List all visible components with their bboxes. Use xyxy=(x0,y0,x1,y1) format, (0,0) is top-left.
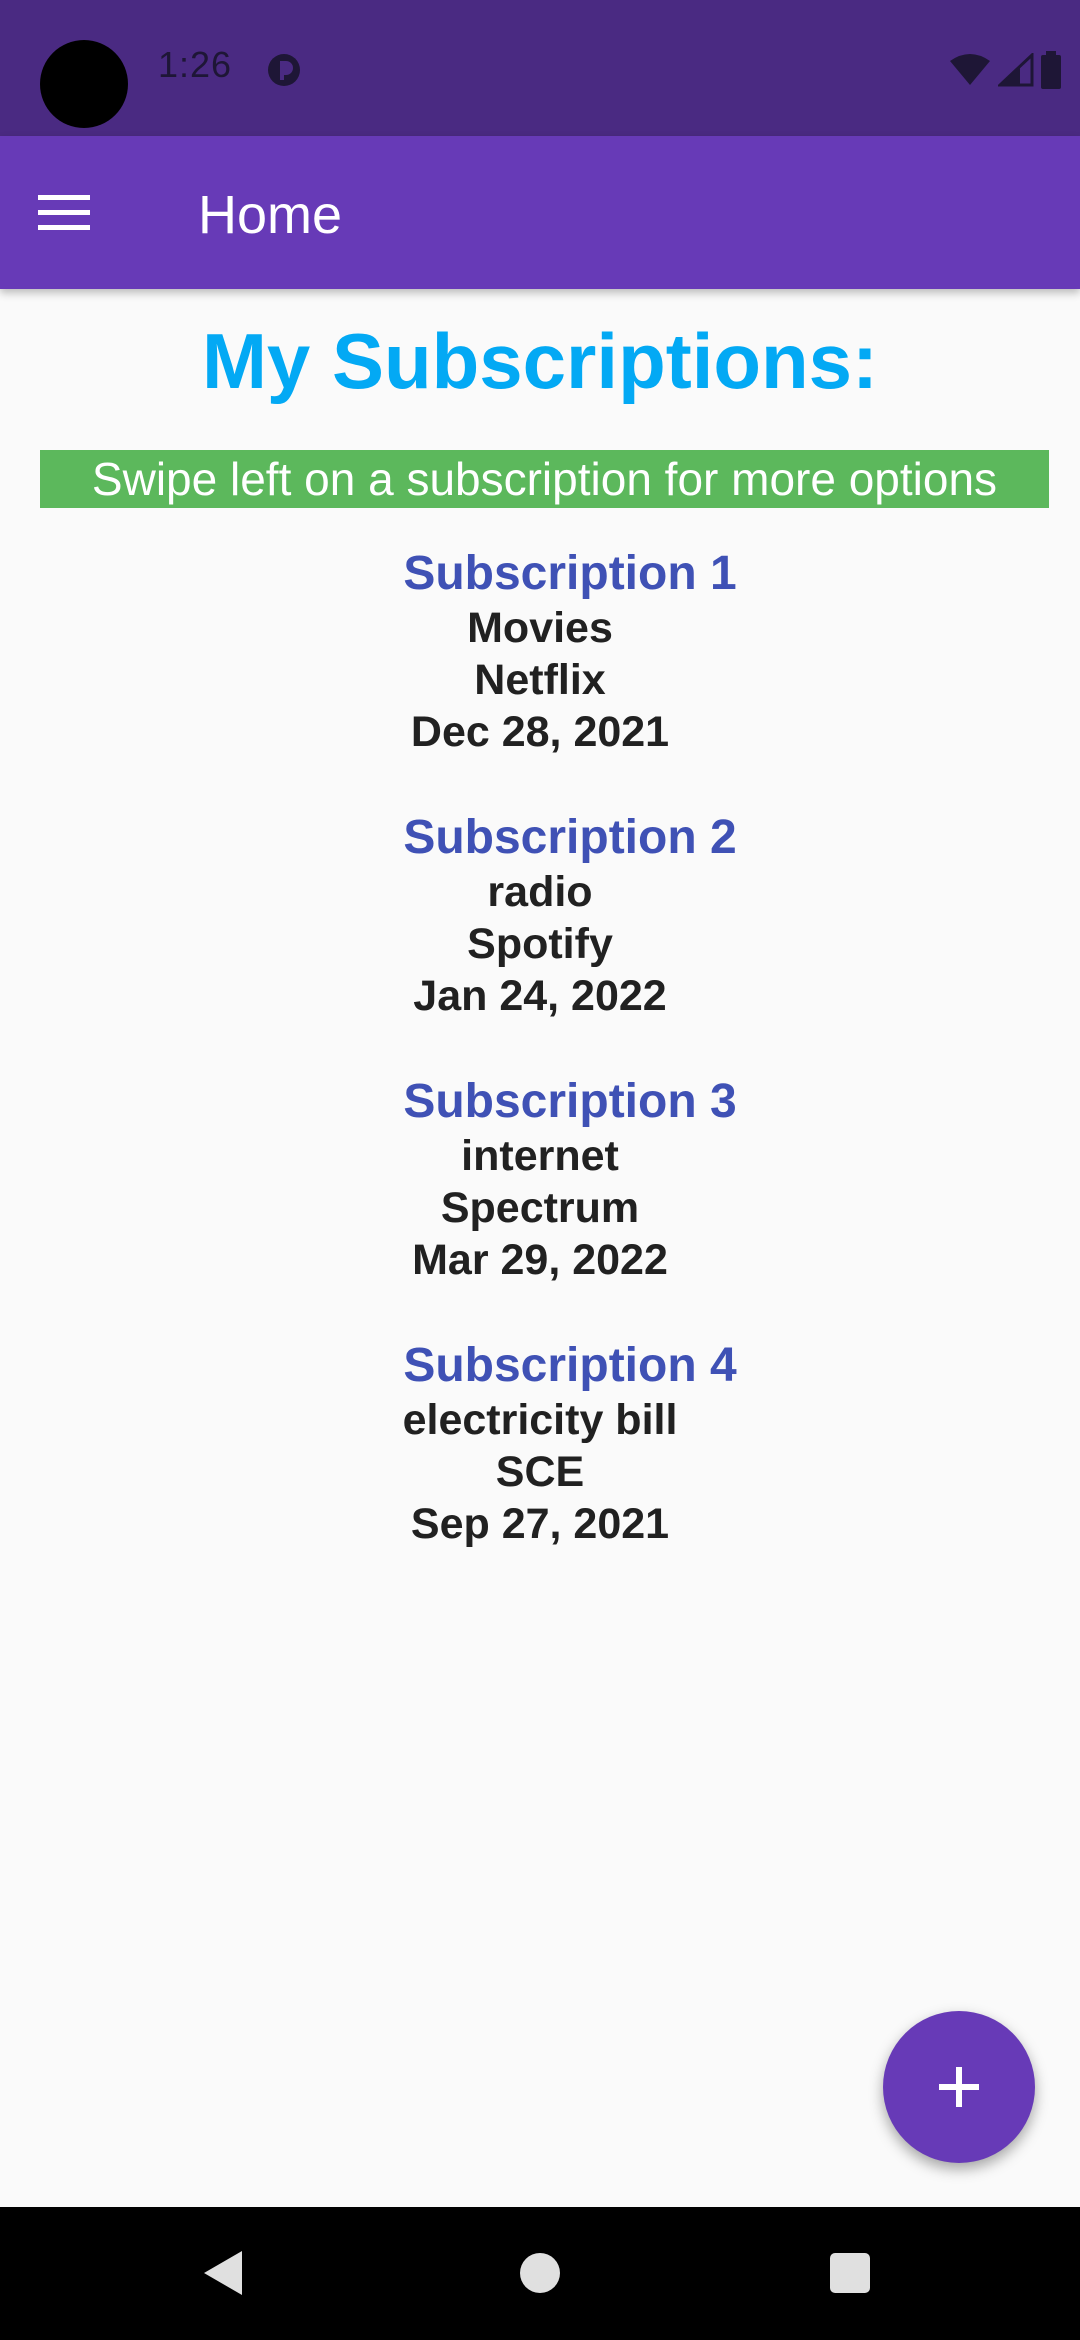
swipe-hint-banner: Swipe left on a subscription for more op… xyxy=(40,450,1049,508)
subscription-list: Subscription 1 Movies Netflix Dec 28, 20… xyxy=(0,546,1080,1602)
status-icons xyxy=(948,50,1062,90)
camera-cutout xyxy=(40,40,128,128)
subscription-date: Dec 28, 2021 xyxy=(410,708,670,756)
subscription-item[interactable]: Subscription 2 radio Spotify Jan 24, 202… xyxy=(0,810,1080,1074)
subscription-category: electricity bill xyxy=(402,1396,678,1444)
subscriptions-heading: My Subscriptions: xyxy=(201,317,879,405)
subscription-provider: Spectrum xyxy=(440,1184,640,1232)
subscription-provider: SCE xyxy=(495,1448,585,1496)
wifi-icon xyxy=(950,54,990,85)
subscription-title: Subscription 4 xyxy=(403,1339,737,1392)
subscription-date: Jan 24, 2022 xyxy=(413,972,667,1020)
hamburger-menu-icon[interactable] xyxy=(38,182,114,242)
status-bar: 1:26 xyxy=(0,0,1080,136)
subscription-title: Subscription 2 xyxy=(403,811,737,864)
subscription-item[interactable]: Subscription 1 Movies Netflix Dec 28, 20… xyxy=(0,546,1080,810)
signal-icon xyxy=(998,53,1034,87)
subscription-category: internet xyxy=(461,1132,619,1180)
subscription-provider: Spotify xyxy=(467,920,613,968)
plus-icon xyxy=(939,2067,979,2107)
subscription-title: Subscription 1 xyxy=(403,547,737,600)
back-icon[interactable] xyxy=(200,2247,246,2299)
system-nav-bar xyxy=(0,2207,1080,2340)
battery-icon xyxy=(1041,51,1061,89)
add-subscription-button[interactable] xyxy=(883,2011,1035,2163)
app-notification-icon xyxy=(268,54,300,86)
home-icon[interactable] xyxy=(520,2253,560,2293)
subscription-title: Subscription 3 xyxy=(403,1075,737,1128)
subscription-date: Mar 29, 2022 xyxy=(412,1236,668,1284)
subscription-category: Movies xyxy=(467,604,613,652)
subscription-provider: Netflix xyxy=(474,656,606,704)
subscription-category: radio xyxy=(487,868,593,916)
subscription-item[interactable]: Subscription 3 internet Spectrum Mar 29,… xyxy=(0,1074,1080,1338)
app-bar: Home xyxy=(0,136,1080,289)
page-title: Home xyxy=(198,185,343,245)
subscription-item[interactable]: Subscription 4 electricity bill SCE Sep … xyxy=(0,1338,1080,1602)
subscription-date: Sep 27, 2021 xyxy=(410,1500,670,1548)
recents-icon[interactable] xyxy=(830,2253,870,2293)
status-time: 1:26 xyxy=(158,44,233,85)
